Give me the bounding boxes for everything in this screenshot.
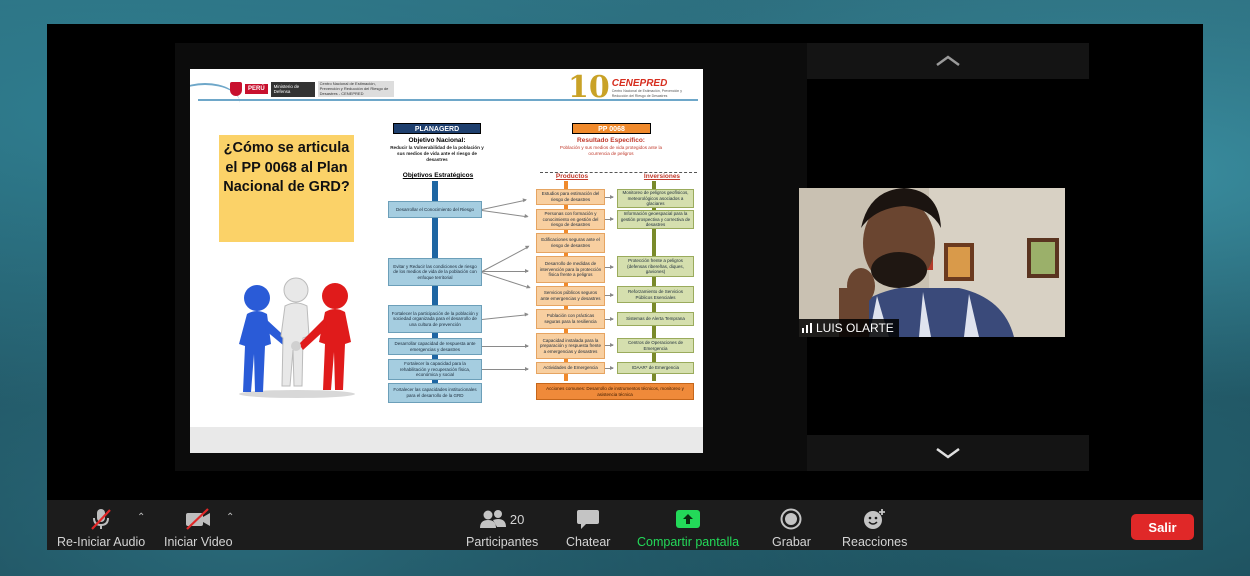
- gov-center-label: Centro Nacional de Estimación, Prevenció…: [317, 81, 394, 98]
- product-box: Personas con formación y conocimiento en…: [536, 209, 605, 230]
- product-box: Edificaciones seguras ante el riesgo de …: [536, 233, 605, 253]
- audio-button[interactable]: Re-Iniciar Audio: [57, 506, 145, 549]
- participant-name-tag: LUIS OLARTE: [799, 319, 899, 337]
- participant-name: LUIS OLARTE: [816, 321, 894, 335]
- chat-label: Chatear: [566, 535, 611, 549]
- connector-arrow: [605, 317, 614, 321]
- participants-label: Participantes: [466, 535, 539, 549]
- investment-box: IDAAR* de Emergencia: [617, 362, 694, 374]
- participant-video-feed: [799, 188, 1065, 337]
- common-actions-box: Acciones comunes: Desarrollo de instrume…: [536, 383, 694, 400]
- strategic-objective-box: Fortalecer la capacidad para la rehabili…: [388, 359, 482, 380]
- gov-peru-label: PERÚ: [245, 84, 268, 95]
- product-box: Población con prácticas seguras para la …: [536, 309, 605, 329]
- planagerd-header: PLANAGERD: [393, 123, 481, 134]
- strategic-objective-box: Evitar y Reducir las condiciones de ries…: [388, 258, 482, 286]
- video-button[interactable]: Iniciar Video: [164, 506, 233, 549]
- peru-shield-icon: [230, 82, 242, 97]
- meeting-window: PERÚ Ministerio de Defensa Centro Nacion…: [47, 24, 1203, 550]
- cenepred-subtitle: Centro Nacional de Estimación, Prevenció…: [611, 89, 682, 98]
- signal-bars-icon: [802, 323, 812, 333]
- strategic-objectives-title: Objetivos Estratégicos: [402, 172, 474, 179]
- product-box: Desarrollo de medidas de intervención pa…: [536, 256, 605, 283]
- chat-button[interactable]: Chatear: [566, 506, 610, 549]
- pp-0068-header: PP 0068: [572, 123, 651, 134]
- investment-box: Centros de Operaciones de Emergencia: [617, 338, 694, 353]
- investment-box: Información geoespacial para la gestión …: [617, 210, 694, 229]
- video-off-icon: [186, 508, 211, 530]
- share-screen-icon: [676, 510, 701, 528]
- reactions-icon: [863, 509, 885, 529]
- reactions-button[interactable]: Reacciones: [842, 506, 907, 549]
- connector-arrow: [482, 367, 529, 371]
- investment-box: Sistemas de Alerta Temprana: [617, 312, 694, 326]
- participants-count: 20: [509, 511, 525, 527]
- meeting-toolbar: Re-Iniciar Audio ⌃ Iniciar Video ⌃ 20 Pa…: [47, 500, 1203, 550]
- national-objective-text: Reducir la Vulnerabilidad de la població…: [390, 145, 484, 162]
- scroll-down-button[interactable]: [807, 435, 1089, 471]
- connector-arrow: [481, 210, 528, 218]
- connector-arrow: [482, 269, 529, 273]
- investments-title: Inversiones: [643, 173, 681, 180]
- cenepred-name: CENEPRED: [611, 78, 668, 90]
- connector-arrow: [482, 344, 529, 348]
- scroll-up-button[interactable]: [807, 43, 1089, 79]
- record-icon: [780, 508, 802, 530]
- connector-arrow: [481, 246, 530, 272]
- products-title: Productos: [555, 173, 589, 180]
- gov-ministry-label: Ministerio de Defensa: [270, 81, 315, 97]
- participants-button[interactable]: 20 Participantes: [466, 506, 538, 549]
- specific-result-title: Resultado Específico:: [577, 137, 645, 144]
- question-box: ¿Cómo se articula el PP 0068 al Plan Nac…: [219, 135, 354, 242]
- strategic-objective-box: Fortalecer las capacidades institucional…: [388, 383, 482, 403]
- participant-video-tile[interactable]: LUIS OLARTE: [799, 188, 1065, 337]
- national-objective-title: Objetivo Nacional:: [408, 137, 466, 144]
- connector-arrow: [605, 265, 614, 269]
- audio-options-chevron-up-icon[interactable]: ⌃: [137, 512, 145, 523]
- product-box: Actividades de Emergencia: [536, 362, 605, 374]
- slide-footer: [190, 427, 703, 453]
- microphone-muted-icon: [91, 509, 111, 530]
- share-screen-button[interactable]: Compartir pantalla: [637, 506, 739, 549]
- connector-arrow: [481, 272, 530, 289]
- strategic-objective-box: Desarrollar el Conocimiento del Riesgo: [388, 201, 482, 218]
- connector-arrow: [605, 293, 614, 297]
- leave-meeting-button[interactable]: Salir: [1131, 514, 1194, 540]
- video-label: Iniciar Video: [164, 535, 233, 549]
- video-options-chevron-up-icon[interactable]: ⌃: [226, 512, 234, 523]
- connector-arrow: [605, 343, 614, 347]
- government-logo: PERÚ Ministerio de Defensa Centro Nacion…: [230, 81, 394, 98]
- connector-arrow: [481, 199, 527, 210]
- investment-box: Reforzamiento de Servicios Públicos Esen…: [617, 286, 694, 303]
- chat-icon: [577, 510, 600, 529]
- connector-arrow: [605, 217, 614, 221]
- product-box: Capacidad instalada para la preparación …: [536, 333, 605, 359]
- record-button[interactable]: Grabar: [772, 506, 811, 549]
- participants-video-panel: LUIS OLARTE: [799, 43, 1089, 471]
- participants-icon: [479, 510, 506, 528]
- specific-result-text: Población y sus medios de vida protegido…: [559, 145, 663, 156]
- people-handshake-illustration: [239, 277, 355, 398]
- product-box: Estudios para estimación del riesgo de d…: [536, 189, 605, 205]
- record-label: Grabar: [772, 535, 811, 549]
- cenepred-logo: 10 CENEPRED Centro Nacional de Estimació…: [568, 73, 688, 103]
- connector-arrow: [605, 195, 614, 199]
- strategic-objective-box: Fortalecer la participación de la poblac…: [388, 305, 482, 333]
- strategic-objective-box: Desarrollar capacidad de respuesta ante …: [388, 338, 482, 355]
- share-screen-label: Compartir pantalla: [637, 535, 740, 549]
- chevron-up-icon: [936, 55, 960, 67]
- investment-box: Protección frente a peligros (defensas r…: [617, 256, 694, 277]
- connector-arrow: [481, 314, 528, 320]
- anniversary-icon: 10: [568, 70, 610, 105]
- presentation-slide: PERÚ Ministerio de Defensa Centro Nacion…: [190, 69, 703, 453]
- product-box: Servicios públicos seguros ante emergenc…: [536, 286, 605, 306]
- connector-arrow: [605, 366, 614, 370]
- chevron-down-icon: [936, 447, 960, 459]
- audio-label: Re-Iniciar Audio: [57, 535, 146, 549]
- reactions-label: Reacciones: [842, 535, 908, 549]
- investment-box: Monitoreo de peligros geofísicos, meteor…: [617, 189, 694, 208]
